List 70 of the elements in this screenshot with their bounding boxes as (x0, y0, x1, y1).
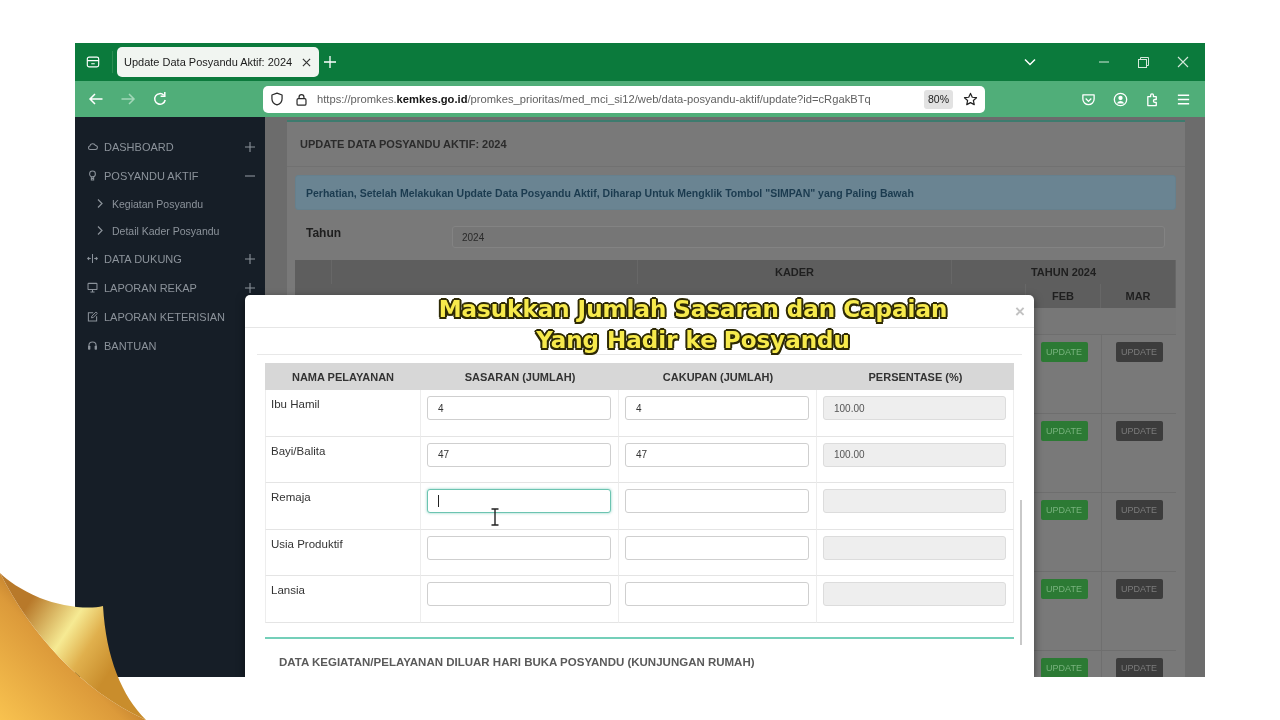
sidebar-item[interactable]: BANTUAN (75, 331, 265, 360)
input-field[interactable]: 4 (427, 396, 611, 420)
address-bar[interactable]: https://promkes.kemkes.go.id/promkes_prioritas/med_mci_si12/web/data-posyandu-aktif/update?id=cRgakBTq 80% (263, 85, 985, 113)
horizontal-arrows-icon (87, 253, 98, 264)
sidebar-item[interactable]: DATA DUKUNG (75, 244, 265, 273)
plus-icon[interactable] (245, 282, 255, 293)
text-cursor-icon (491, 508, 499, 526)
column-header: KADER (774, 266, 815, 278)
table-cell: Ibu Hamil (271, 398, 320, 410)
field-label: Tahun (306, 226, 342, 240)
puzzle-icon[interactable] (1144, 91, 1160, 107)
column-header: TAHUN 2024 (1030, 266, 1097, 278)
account-icon[interactable] (1112, 91, 1128, 107)
shield-icon (270, 92, 284, 106)
table-cell: Lansia (271, 584, 305, 597)
browser-tab[interactable]: Update Data Posyandu Aktif: 2024 (117, 47, 319, 77)
input-field[interactable] (427, 489, 611, 514)
tab-overview-icon[interactable] (86, 55, 100, 69)
chevron-down-icon[interactable] (1024, 56, 1036, 68)
readonly-field: 100.00 (823, 396, 1006, 420)
cloud-icon (87, 141, 98, 152)
zoom-level-button[interactable]: 80% (924, 89, 953, 109)
close-icon[interactable] (302, 57, 311, 67)
reload-icon[interactable] (152, 91, 168, 107)
year-field[interactable]: 2024 (452, 226, 1165, 248)
readonly-field: 100.00 (823, 442, 1006, 467)
column-header: PERSENTASE (%) (817, 363, 1014, 390)
caption-text: Yang Hadir ke Posyandu (536, 326, 850, 355)
column-header: MAR (1125, 290, 1151, 302)
scroll-bar[interactable] (1020, 500, 1022, 645)
sidebar-item[interactable]: DASHBOARD (75, 132, 265, 161)
section-title: DATA KEGIATAN/PELAYANAN DILUAR HARI BUKA POSYANDU (KUNJUNGAN RUMAH) (279, 655, 755, 668)
input-field[interactable]: 47 (625, 442, 809, 467)
caption-text: Masukkan Jumlah Sasaran dan Capaian (438, 295, 948, 324)
star-icon[interactable] (962, 91, 978, 107)
table-cell: Bayi/Balita (271, 444, 326, 457)
back-icon[interactable] (88, 91, 104, 107)
input-field[interactable]: 4 (625, 396, 809, 420)
url-text: https://promkes.kemkes.go.id/promkes_prioritas/med_mci_si12/web/data-posyandu-aktif/update?id=cRgakBTq (317, 93, 871, 105)
sidebar-item[interactable]: LAPORAN REKAP (75, 273, 265, 302)
sidebar-item[interactable]: POSYANDU AKTIF (75, 161, 265, 190)
column-header: NAMA PELAYANAN (265, 363, 421, 390)
table-cell: Remaja (271, 491, 311, 504)
chevron-right-icon (97, 199, 103, 208)
headset-icon (87, 340, 98, 351)
plus-icon[interactable] (245, 253, 255, 264)
edit-icon (87, 311, 98, 322)
table-cell: Usia Produktif (271, 537, 343, 550)
input-field[interactable] (427, 582, 611, 607)
column-header: SASARAN (JUMLAH) (421, 363, 619, 390)
input-field[interactable]: 47 (427, 442, 611, 467)
chevron-right-icon (97, 226, 103, 235)
input-field[interactable] (625, 489, 809, 514)
sidebar-item[interactable]: LAPORAN KETERISIAN (75, 302, 265, 331)
lock-icon (294, 92, 308, 106)
input-field[interactable] (625, 535, 809, 560)
monitor-icon (87, 282, 98, 293)
sidebar-subitem[interactable]: Detail Kader Posyandu (75, 217, 265, 244)
sidebar-subitem[interactable]: Kegiatan Posyandu (75, 190, 265, 217)
input-field[interactable] (427, 535, 611, 560)
plus-icon[interactable] (245, 141, 255, 152)
page-title: UPDATE DATA POSYANDU AKTIF: 2024 (300, 138, 507, 150)
restore-icon[interactable] (1138, 56, 1149, 68)
save-tray-icon[interactable] (1080, 91, 1096, 107)
column-header: CAKUPAN (JUMLAH) (619, 363, 817, 390)
lightbulb-icon (87, 170, 98, 181)
column-header: FEB (1052, 290, 1074, 302)
input-field[interactable] (625, 582, 809, 607)
text-caret-icon (438, 495, 439, 508)
alert-message: Perhatian, Setelah Melakukan Update Data Posyandu Aktif, Diharap Untuk Mengklik Tombol "SIMPAN" yang Paling Bawah (295, 175, 1176, 210)
